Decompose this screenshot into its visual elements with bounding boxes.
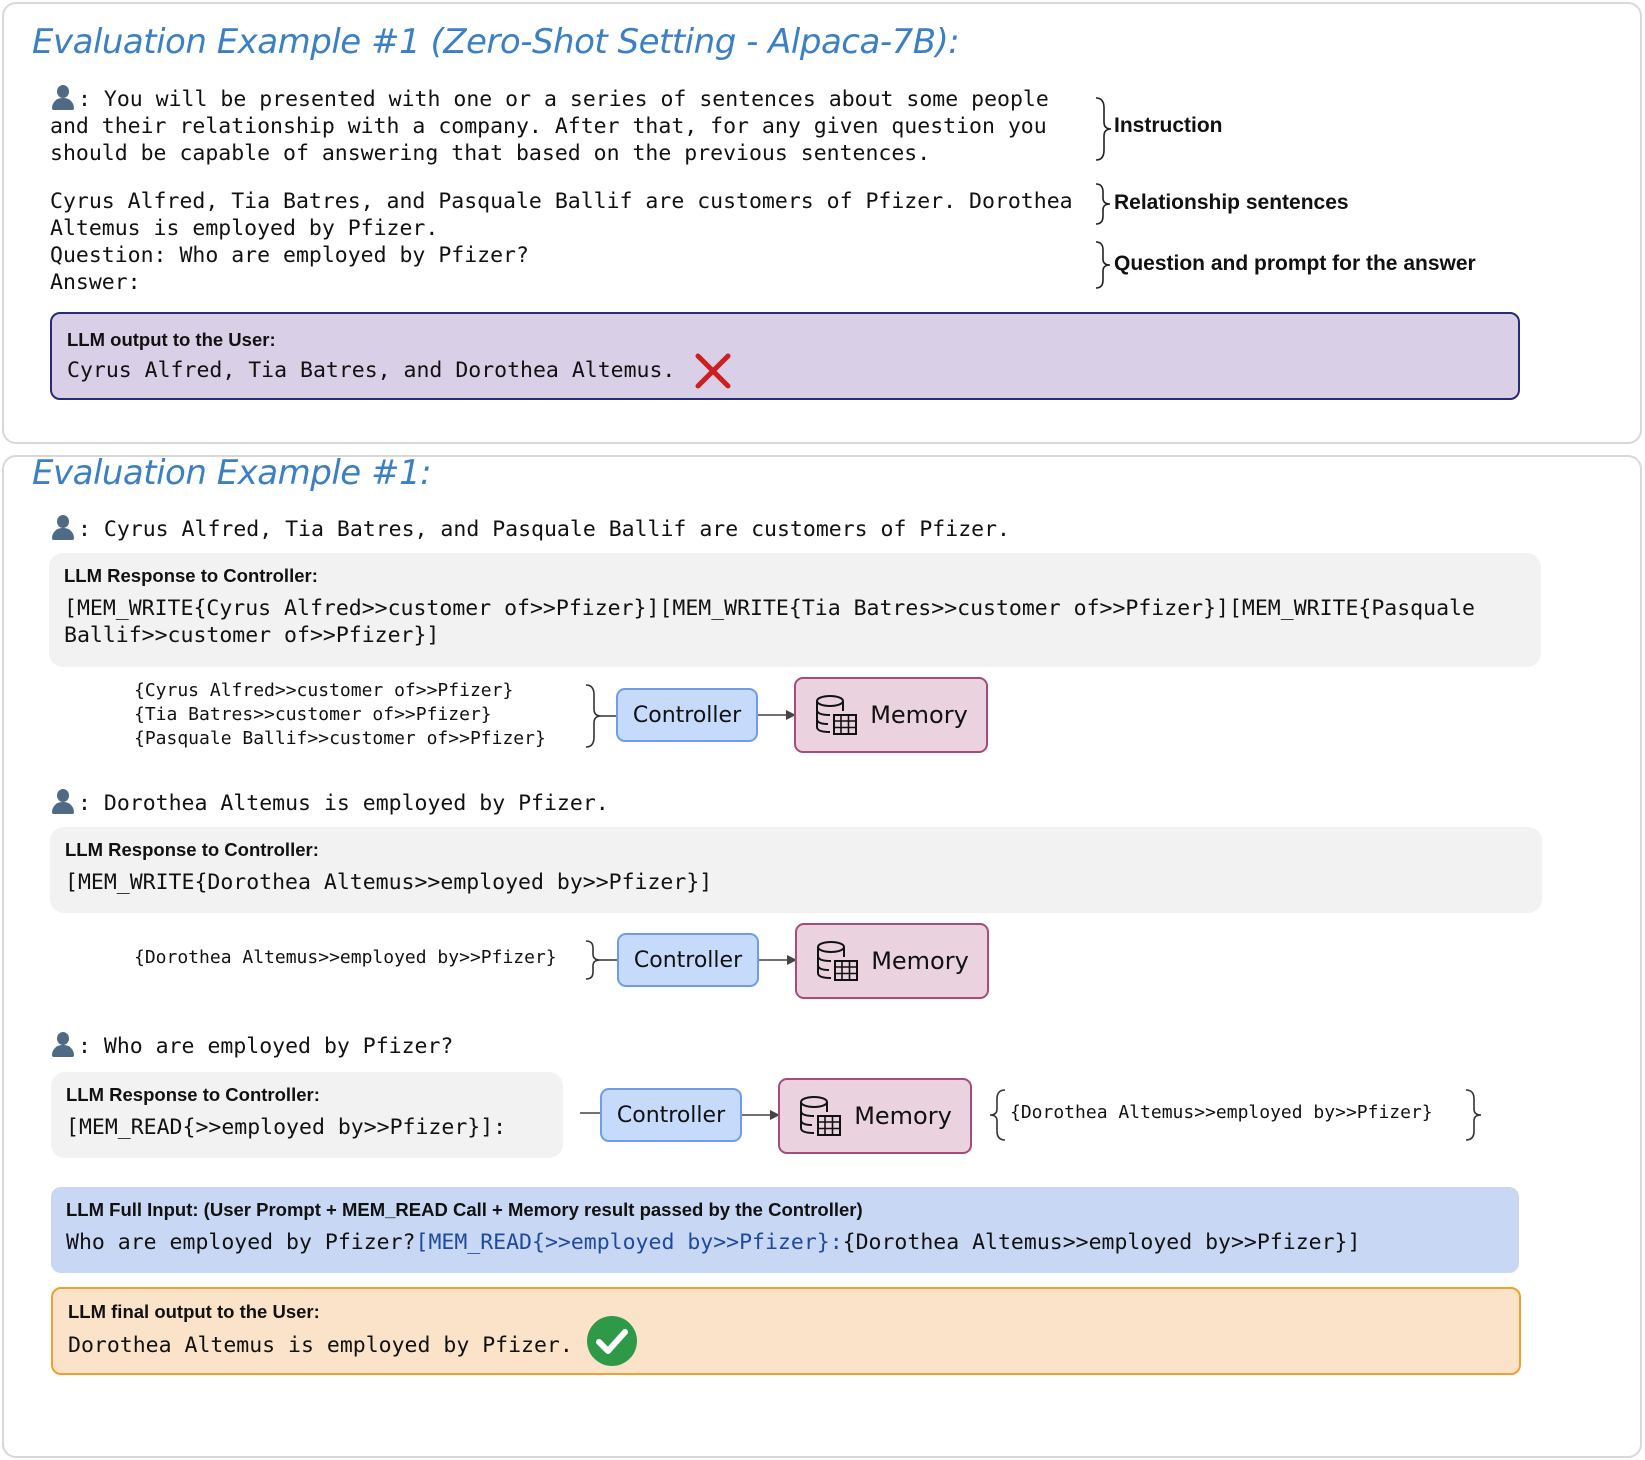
response-line: [MEM_WRITE{Cyrus Alfred>>customer of>>Pf…: [64, 596, 1475, 621]
instruction-line: : You will be presented with one or a se…: [78, 87, 1049, 112]
right-brace-icon: [585, 684, 616, 748]
memory-label: Memory: [871, 947, 969, 975]
relationship-line: Altemus is employed by Pfizer.: [50, 216, 439, 241]
memory-result: {Dorothea Altemus>>employed by>>Pfizer}: [1010, 1102, 1433, 1123]
right-brace-icon: [1095, 183, 1111, 225]
instruction-line: should be capable of answering that base…: [50, 141, 931, 166]
answer-prompt-line: Answer:: [50, 270, 141, 295]
full-input-text: Who are employed by Pfizer?[MEM_READ{>>e…: [66, 1229, 1360, 1256]
user-prompt-part: Who are employed by Pfizer?: [66, 1230, 416, 1255]
llm-response-box: LLM Response to Controller: [MEM_READ{>>…: [51, 1072, 563, 1158]
triple: {Pasquale Ballif>>customer of>>Pfizer}: [134, 728, 546, 749]
llm-response-box: LLM Response to Controller: [MEM_WRITE{C…: [49, 553, 1541, 667]
full-input-label: LLM Full Input: (User Prompt + MEM_READ …: [66, 1199, 863, 1220]
right-brace-icon: [1095, 97, 1112, 161]
final-output-text: Dorothea Altemus is employed by Pfizer.: [68, 1333, 573, 1358]
panel-title: Evaluation Example #1 (Zero-Shot Setting…: [32, 22, 960, 62]
output-text: Cyrus Alfred, Tia Batres, and Dorothea A…: [67, 358, 676, 383]
database-icon: [816, 695, 858, 735]
user-icon: [50, 788, 76, 814]
llm-final-output-box: LLM final output to the User: Dorothea A…: [51, 1287, 1521, 1375]
user-message-text: : Cyrus Alfred, Tia Batres, and Pasquale…: [78, 517, 1010, 542]
annotation-question: Question and prompt for the answer: [1114, 252, 1476, 275]
response-label: LLM Response to Controller:: [65, 839, 319, 860]
controller-node: Controller: [616, 688, 758, 742]
example-panel-zero-shot: Evaluation Example #1 (Zero-Shot Setting…: [2, 2, 1642, 444]
triple: {Tia Batres>>customer of>>Pfizer}: [134, 704, 492, 725]
user-message-text: : Dorothea Altemus is employed by Pfizer…: [78, 791, 609, 816]
user-icon: [50, 1031, 76, 1057]
relationship-text: Cyrus Alfred, Tia Batres, and Pasquale B…: [50, 188, 1073, 296]
right-brace-icon: [1465, 1089, 1482, 1141]
memory-node: Memory: [795, 923, 989, 999]
annotation-relationship: Relationship sentences: [1114, 191, 1349, 214]
response-text: [MEM_READ{>>employed by>>Pfizer}]:: [66, 1115, 507, 1140]
memory-triples: {Cyrus Alfred>>customer of>>Pfizer} {Tia…: [134, 679, 546, 751]
user-message-text: : Who are employed by Pfizer?: [78, 1034, 454, 1059]
annotation-instruction: Instruction: [1114, 114, 1223, 137]
database-icon: [817, 941, 859, 981]
left-brace-icon: [989, 1089, 1006, 1141]
controller-node: Controller: [617, 933, 759, 987]
response-text: [MEM_WRITE{Cyrus Alfred>>customer of>>Pf…: [64, 595, 1475, 649]
checkmark-icon: [587, 1316, 637, 1366]
llm-output-box: LLM output to the User: Cyrus Alfred, Ti…: [50, 312, 1520, 400]
memory-node: Memory: [794, 677, 988, 753]
panel-title: Evaluation Example #1:: [32, 453, 432, 493]
response-line: Ballif>>customer of>>Pfizer}]: [64, 623, 440, 648]
user-icon: [50, 84, 76, 110]
user-message: : Who are employed by Pfizer?: [50, 1031, 453, 1060]
memory-result-part: {Dorothea Altemus>>employed by>>Pfizer}]: [842, 1230, 1361, 1255]
arrow-icon: [759, 955, 797, 965]
user-message: : Cyrus Alfred, Tia Batres, and Pasquale…: [50, 514, 1010, 543]
memory-label: Memory: [870, 701, 968, 729]
arrow-icon: [758, 710, 796, 720]
memory-label: Memory: [854, 1102, 952, 1130]
relationship-line: Cyrus Alfred, Tia Batres, and Pasquale B…: [50, 189, 1073, 214]
user-icon: [50, 514, 76, 540]
cross-icon: [695, 353, 731, 389]
instruction-line: and their relationship with a company. A…: [50, 114, 1047, 139]
triple: {Cyrus Alfred>>customer of>>Pfizer}: [134, 680, 514, 701]
right-brace-icon: [1095, 241, 1111, 289]
response-label: LLM Response to Controller:: [66, 1084, 320, 1105]
memory-triple: {Dorothea Altemus>>employed by>>Pfizer}: [134, 947, 557, 968]
output-label: LLM output to the User:: [67, 329, 276, 350]
example-panel-memory: Evaluation Example #1: : Cyrus Alfred, T…: [2, 453, 1642, 1458]
llm-response-box: LLM Response to Controller: [MEM_WRITE{D…: [50, 827, 1542, 913]
llm-full-input-box: LLM Full Input: (User Prompt + MEM_READ …: [51, 1187, 1519, 1273]
response-text: [MEM_WRITE{Dorothea Altemus>>employed by…: [65, 870, 713, 895]
response-label: LLM Response to Controller:: [64, 565, 318, 586]
question-line: Question: Who are employed by Pfizer?: [50, 243, 529, 268]
user-message: : Dorothea Altemus is employed by Pfizer…: [50, 788, 609, 817]
mem-read-call-part: [MEM_READ{>>employed by>>Pfizer}:: [415, 1230, 843, 1255]
right-brace-icon: [585, 940, 618, 980]
controller-node: Controller: [600, 1088, 742, 1142]
arrow-icon: [742, 1110, 780, 1120]
final-output-label: LLM final output to the User:: [68, 1301, 320, 1322]
memory-node: Memory: [778, 1078, 972, 1154]
database-icon: [800, 1096, 842, 1136]
instruction-text: : You will be presented with one or a se…: [50, 84, 1049, 167]
